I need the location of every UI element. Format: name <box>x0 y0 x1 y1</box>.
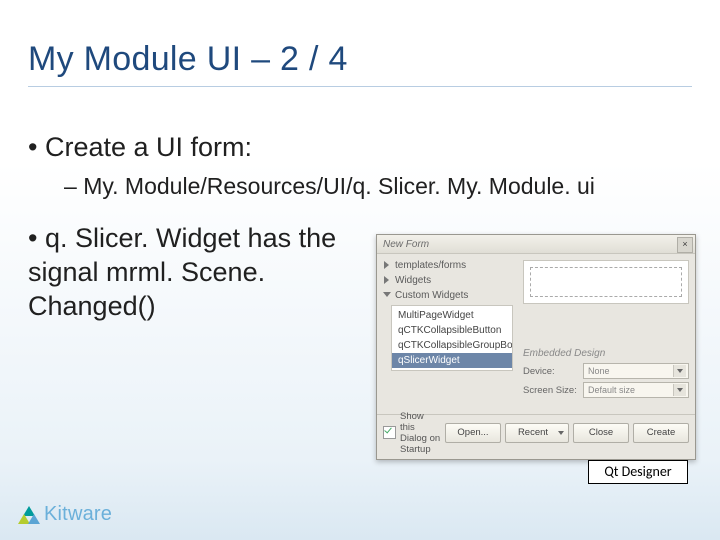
close-button[interactable]: Close <box>573 423 629 443</box>
close-icon[interactable]: × <box>677 237 693 253</box>
kitware-logo-text: Kitware <box>44 503 112 526</box>
screen-size-row: Screen Size: Default size <box>523 382 689 398</box>
list-item-selected[interactable]: qSlicerWidget <box>392 353 512 368</box>
device-combo[interactable]: None <box>583 363 689 379</box>
device-label: Device: <box>523 366 579 377</box>
template-tree: templates/forms Widgets Custom Widgets M… <box>377 254 517 414</box>
slide-title: My Module UI – 2 / 4 <box>28 40 348 79</box>
recent-button[interactable]: Recent <box>505 423 569 443</box>
open-button[interactable]: Open... <box>445 423 501 443</box>
list-item[interactable]: qCTKCollapsibleButton <box>392 323 512 338</box>
chevron-down-icon <box>383 292 391 297</box>
new-form-dialog: New Form × templates/forms Widgets Custo… <box>376 234 696 460</box>
list-item[interactable]: qCTKCollapsibleGroupBox <box>392 338 512 353</box>
custom-widget-list: MultiPageWidget qCTKCollapsibleButton qC… <box>391 305 513 371</box>
sub-bullet-path: My. Module/Resources/UI/q. Slicer. My. M… <box>64 173 692 200</box>
dialog-footer: Show this Dialog on Startup Open... Rece… <box>377 414 695 450</box>
list-item[interactable]: MultiPageWidget <box>392 308 512 323</box>
tree-label: Widgets <box>395 275 431 286</box>
form-preview <box>523 260 689 304</box>
dialog-title: New Form <box>383 239 429 250</box>
dialog-titlebar[interactable]: New Form × <box>377 235 695 254</box>
kitware-logo: Kitware <box>18 503 112 526</box>
device-row: Device: None <box>523 363 689 379</box>
kitware-logo-icon <box>18 504 40 526</box>
dialog-body: templates/forms Widgets Custom Widgets M… <box>377 254 695 414</box>
screen-size-label: Screen Size: <box>523 385 579 396</box>
dialog-right-pane: Embedded Design Device: None Screen Size… <box>517 254 695 414</box>
create-button[interactable]: Create <box>633 423 689 443</box>
tree-templates-forms[interactable]: templates/forms <box>381 258 513 273</box>
tree-label: templates/forms <box>395 260 466 271</box>
startup-checkbox[interactable] <box>383 426 396 439</box>
bullet-create-ui-form: Create a UI form: <box>28 132 692 163</box>
tree-label: Custom Widgets <box>395 290 468 301</box>
startup-checkbox-label: Show this Dialog on Startup <box>400 411 441 455</box>
qt-designer-caption: Qt Designer <box>588 460 688 484</box>
tree-custom-widgets[interactable]: Custom Widgets <box>381 288 513 303</box>
chevron-right-icon <box>384 261 389 269</box>
chevron-right-icon <box>384 276 389 284</box>
bullet-qslicerwidget-signal: q. Slicer. Widget has the signal mrml. S… <box>28 222 348 323</box>
title-underline <box>28 86 692 87</box>
tree-widgets[interactable]: Widgets <box>381 273 513 288</box>
screen-size-combo[interactable]: Default size <box>583 382 689 398</box>
embedded-design-label: Embedded Design <box>523 348 689 359</box>
footer-buttons: Open... Recent Close Create <box>445 423 689 443</box>
preview-placeholder <box>530 267 682 297</box>
